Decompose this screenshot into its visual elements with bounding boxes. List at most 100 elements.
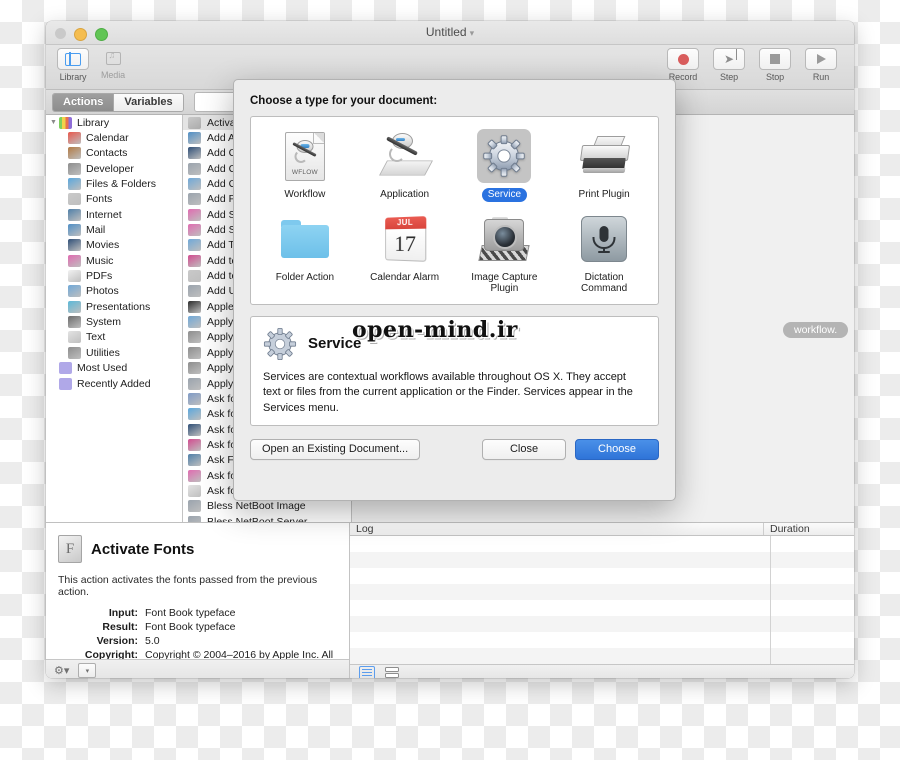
- type-tile-calendar-alarm[interactable]: JUL 17 Calendar Alarm: [355, 208, 455, 298]
- library-item-internet[interactable]: Internet: [46, 207, 182, 222]
- popup-menu-icon[interactable]: ▾: [78, 663, 97, 678]
- close-button[interactable]: Close: [482, 438, 566, 460]
- action-icon: [188, 162, 201, 175]
- open-existing-document-button[interactable]: Open an Existing Document...: [250, 438, 421, 460]
- type-tile-image-capture-plugin[interactable]: Image Capture Plugin: [455, 208, 555, 298]
- type-tile-service[interactable]: Service: [455, 125, 555, 204]
- category-icon: [68, 316, 81, 329]
- info-key: Input:: [108, 607, 138, 619]
- library-item-contacts[interactable]: Contacts: [46, 146, 182, 161]
- type-tile-application[interactable]: Application: [355, 125, 455, 204]
- library-root-row[interactable]: ▼ Library: [46, 115, 182, 130]
- info-row: Result: Font Book typeface: [58, 621, 337, 633]
- library-category-list[interactable]: ▼ Library Calendar Contacts Developer Files…: [46, 115, 183, 522]
- library-item-presentations[interactable]: Presentations: [46, 299, 182, 314]
- run-button[interactable]: Run: [802, 48, 840, 82]
- type-tile-workflow[interactable]: WFLOW Workflow: [255, 125, 355, 204]
- action-icon: [188, 270, 201, 283]
- action-icon: [188, 408, 201, 421]
- action-icon: [188, 147, 201, 160]
- type-label-service: Service: [481, 188, 528, 202]
- library-item-developer[interactable]: Developer: [46, 161, 182, 176]
- record-icon: [677, 53, 689, 65]
- action-icon: [188, 377, 201, 390]
- library-item-calendar[interactable]: Calendar: [46, 130, 182, 145]
- log-footer: [350, 664, 854, 678]
- service-gear-icon: [263, 327, 297, 360]
- action-icon: [188, 239, 201, 252]
- action-info-description: This action activates the fonts passed f…: [58, 574, 318, 598]
- action-list-item[interactable]: Bless NetBoot Server: [183, 514, 351, 522]
- step-button[interactable]: ➤ Step: [710, 48, 748, 82]
- camera-icon: [478, 216, 531, 261]
- type-label-calendar-alarm: Calendar Alarm: [370, 271, 440, 283]
- library-smart-recently-added[interactable]: Recently Added: [46, 376, 182, 391]
- log-stack-icon[interactable]: [385, 667, 399, 678]
- type-label-folder-action: Folder Action: [275, 271, 335, 283]
- type-tile-dictation-command[interactable]: Dictation Command: [554, 208, 654, 298]
- library-item-label: Movies: [86, 239, 120, 252]
- dialog-button-row: Open an Existing Document... Close Choos…: [250, 438, 659, 460]
- library-item-text[interactable]: Text: [46, 330, 182, 345]
- library-item-photos[interactable]: Photos: [46, 284, 182, 299]
- log-row: [350, 600, 854, 616]
- action-icon: [188, 116, 201, 129]
- disclosure-triangle-icon[interactable]: ▼: [50, 119, 59, 126]
- library-item-utilities[interactable]: Utilities: [46, 345, 182, 360]
- library-item-pdfs[interactable]: PDFs: [46, 268, 182, 283]
- type-tile-print-plugin[interactable]: Print Plugin: [554, 125, 654, 204]
- action-icon: [188, 454, 201, 467]
- log-column-duration[interactable]: Duration: [764, 523, 854, 535]
- info-value: 5.0: [145, 635, 160, 647]
- dialog-heading: Choose a type for your document:: [250, 95, 438, 107]
- action-icon: [188, 438, 201, 451]
- bottom-area: F Activate Fonts This action activates t…: [46, 522, 854, 678]
- choose-button[interactable]: Choose: [575, 438, 659, 460]
- log-list-icon[interactable]: [359, 666, 375, 678]
- action-icon: [188, 362, 201, 375]
- canvas-hint-pill: workflow.: [783, 322, 849, 338]
- log-rows[interactable]: [350, 536, 854, 665]
- library-item-label: Fonts: [86, 193, 113, 206]
- library-item-label: Contacts: [86, 147, 128, 160]
- step-label: Step: [719, 72, 739, 82]
- document-type-dialog: Choose a type for your document: WFLOW W…: [233, 79, 676, 501]
- action-icon: [188, 331, 201, 344]
- library-item-music[interactable]: Music: [46, 253, 182, 268]
- action-icon: [188, 484, 201, 497]
- library-item-label: Internet: [86, 208, 122, 221]
- type-description-body: Services are contextual workflows availa…: [263, 370, 633, 414]
- library-item-mail[interactable]: Mail: [46, 222, 182, 237]
- category-icon: [68, 193, 81, 206]
- type-tile-folder-action[interactable]: Folder Action: [255, 208, 355, 298]
- library-item-fonts[interactable]: Fonts: [46, 192, 182, 207]
- toolbar-library-button[interactable]: Library: [54, 48, 92, 82]
- info-value: Font Book typeface: [145, 607, 236, 619]
- library-item-system[interactable]: System: [46, 314, 182, 329]
- stop-button[interactable]: Stop: [756, 48, 794, 82]
- toolbar-media-label: Media: [100, 70, 125, 80]
- info-row: Input: Font Book typeface: [58, 607, 337, 619]
- action-item-label: Bless NetBoot Image: [207, 500, 306, 513]
- title-chevron-down-icon[interactable]: ▾: [470, 28, 475, 38]
- action-icon: [188, 285, 201, 298]
- library-smart-most-used[interactable]: Most Used: [46, 361, 182, 376]
- record-button[interactable]: Record: [664, 48, 702, 82]
- tab-variables[interactable]: Variables: [114, 93, 183, 111]
- toolbar-media-button[interactable]: Media: [94, 48, 132, 82]
- library-root-label: Library: [77, 116, 110, 129]
- stop-icon: [770, 54, 780, 64]
- action-icon: [188, 193, 201, 206]
- info-row: Version: 5.0: [58, 635, 337, 647]
- category-icon: [68, 147, 81, 160]
- library-item-files-folders[interactable]: Files & Folders: [46, 176, 182, 191]
- action-icon: [188, 423, 201, 436]
- library-smart-label: Most Used: [77, 362, 128, 375]
- gear-icon[interactable]: ⚙▾: [54, 664, 69, 677]
- tab-actions[interactable]: Actions: [53, 93, 115, 111]
- type-label-image-capture-plugin: Image Capture Plugin: [471, 271, 538, 295]
- printer-icon: [579, 136, 631, 176]
- log-column-log[interactable]: Log: [350, 523, 764, 536]
- library-item-movies[interactable]: Movies: [46, 238, 182, 253]
- media-icon: [105, 50, 121, 65]
